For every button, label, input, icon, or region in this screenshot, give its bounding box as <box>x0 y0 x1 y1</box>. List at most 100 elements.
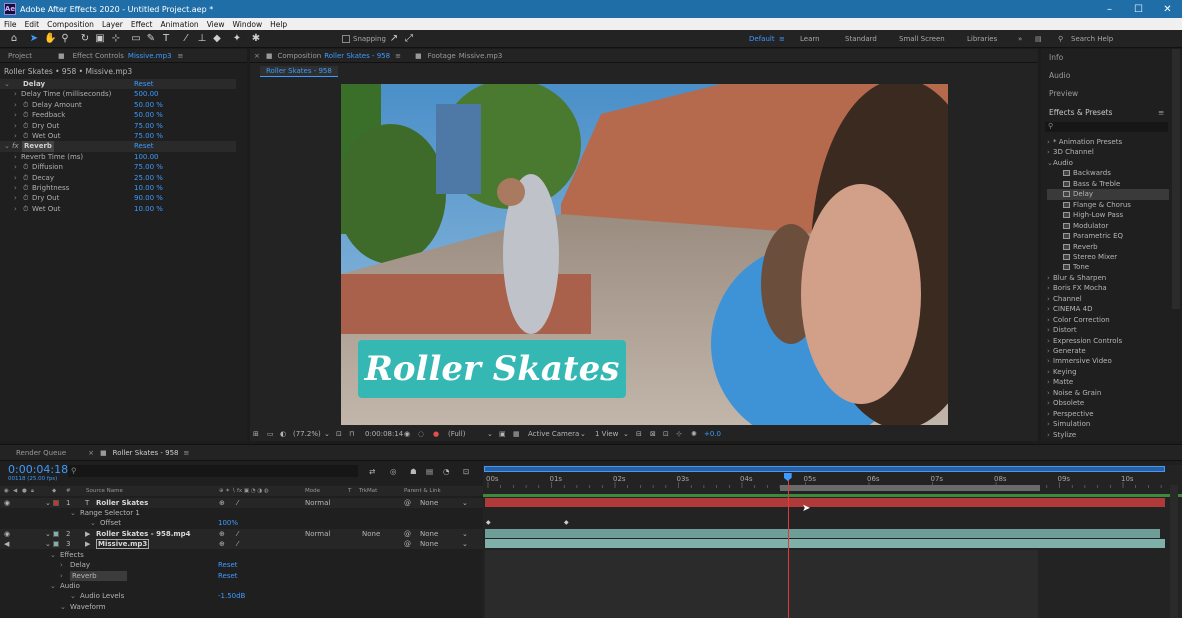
timeline-icon[interactable]: ⊡ <box>663 427 669 441</box>
stopwatch-icon[interactable]: ⏱ <box>23 121 28 131</box>
effect-preset-item[interactable]: Bass & Treble <box>1047 179 1169 189</box>
quality-switch-icon[interactable]: ⁄ <box>237 539 238 549</box>
chevron-down-icon[interactable]: ⌄ <box>45 539 51 549</box>
prop-value[interactable]: 25.00 % <box>134 173 163 183</box>
stopwatch-icon[interactable]: ⏱ <box>23 110 28 120</box>
effect-delay-header[interactable]: ⌄ Delay Reset <box>0 79 236 90</box>
fx-toggle[interactable]: fx <box>12 141 19 151</box>
property-row[interactable]: › Delay Reset <box>0 560 483 570</box>
shy-switch-icon[interactable]: ⊕ <box>219 539 225 549</box>
stopwatch-icon[interactable]: ⏱ <box>23 183 28 193</box>
show-snapshot-icon[interactable]: ◌ <box>418 427 424 441</box>
mode-dropdown[interactable]: Normal <box>305 529 330 539</box>
home-icon[interactable]: ⌂ <box>8 33 20 45</box>
effects-presets-tab[interactable]: Effects & Presets <box>1049 108 1112 117</box>
quality-switch-icon[interactable]: ⁄ <box>237 529 238 539</box>
effect-preset-item[interactable]: Backwards <box>1047 168 1169 178</box>
parent-chevron-icon[interactable]: ⌄ <box>462 498 468 508</box>
menu-animation[interactable]: Animation <box>156 20 202 29</box>
effect-category[interactable]: › Color Correction <box>1047 315 1169 325</box>
effect-category[interactable]: › Blur & Sharpen <box>1047 273 1169 283</box>
shy-switch-icon[interactable]: ⊕ <box>219 498 225 508</box>
prop-value[interactable]: 100.00 <box>134 152 159 162</box>
column-mode[interactable]: Mode <box>305 486 320 496</box>
effect-preset-item[interactable]: Tone <box>1047 262 1169 272</box>
solo-icon[interactable]: ● <box>22 486 27 496</box>
chevron-icon[interactable]: ⌄ <box>70 591 76 601</box>
parent-dropdown[interactable]: None <box>420 498 438 508</box>
column-t[interactable]: T <box>348 486 351 496</box>
motion-blur-icon[interactable]: ◔ <box>443 467 450 476</box>
parent-dropdown[interactable]: None <box>420 529 438 539</box>
label-column-icon[interactable]: ◆ <box>52 486 56 496</box>
tab-project[interactable]: Project <box>8 52 32 60</box>
tab-effect-controls[interactable]: Effect Controls <box>73 52 124 60</box>
brush-tool-icon[interactable]: ⁄ <box>180 33 192 45</box>
parent-chevron-icon[interactable]: ⌄ <box>462 529 468 539</box>
keyframe-icon[interactable]: ◆ <box>564 519 569 526</box>
effects-search-input[interactable]: ⚲ <box>1045 122 1168 132</box>
keyframe-icon[interactable]: ◆ <box>486 519 491 526</box>
property-row[interactable]: › Reverb Reset <box>0 571 483 582</box>
region-of-interest-icon[interactable]: ▣ <box>499 427 506 441</box>
viewer-timecode[interactable]: 0:00:08:14 <box>365 427 403 441</box>
effect-category[interactable]: › Channel <box>1047 294 1169 304</box>
stopwatch-icon[interactable]: ⏱ <box>23 162 28 172</box>
stopwatch-icon[interactable]: ⏱ <box>23 204 28 214</box>
frame-blending-icon[interactable]: ▤ <box>426 467 433 476</box>
minimize-button[interactable]: – <box>1095 0 1124 18</box>
always-preview-icon[interactable]: ⊞ <box>253 427 259 441</box>
effect-category[interactable]: › * Animation Presets <box>1047 137 1169 147</box>
search-help-input[interactable]: Search Help <box>1071 35 1113 43</box>
panel-menu-icon[interactable]: ≡ <box>184 449 190 457</box>
resolution-chevron-icon[interactable]: ⌄ <box>487 427 493 441</box>
effect-category[interactable]: › Distort <box>1047 325 1169 335</box>
vr-icon[interactable]: ◐ <box>280 427 286 441</box>
layer-bar-roller-skates-video[interactable] <box>485 529 1160 538</box>
graph-editor-icon[interactable]: ⊡ <box>463 467 469 476</box>
visibility-eye-icon[interactable]: ◉ <box>4 529 10 539</box>
panel-menu-icon[interactable]: ≡ <box>178 52 184 60</box>
comp-mini-flowchart-icon[interactable]: ⇄ <box>369 467 375 476</box>
screen-toggle-icon[interactable]: ▤ <box>1035 35 1042 43</box>
snapping-checkbox[interactable] <box>342 35 350 43</box>
chevron-down-icon[interactable]: ⌄ <box>45 498 51 508</box>
exposure-value[interactable]: +0.0 <box>704 427 721 441</box>
collapse-icon[interactable]: ⌄ <box>4 141 10 151</box>
effect-preset-item[interactable]: Stereo Mixer <box>1047 252 1169 262</box>
timeline-scrollbar[interactable] <box>1170 485 1178 618</box>
menu-window[interactable]: Window <box>229 20 267 29</box>
layer-row[interactable]: ◉ ⌄ 1 T Roller Skates ⊕ ⁄ Normal @ None ⌄ <box>0 498 483 509</box>
layer-bar-roller-skates-text[interactable] <box>485 498 1165 507</box>
column-trkmat[interactable]: TrkMat <box>359 486 377 496</box>
effect-category[interactable]: › Boris FX Mocha <box>1047 283 1169 293</box>
menu-file[interactable]: File <box>0 20 21 29</box>
snapshot-icon[interactable]: ◉ <box>404 427 410 441</box>
column-source-name[interactable]: Source Name <box>86 486 123 496</box>
prop-value[interactable]: 50.00 % <box>134 100 163 110</box>
trkmat-dropdown[interactable]: None <box>362 529 380 539</box>
monitor-icon[interactable]: ▭ <box>267 427 274 441</box>
pan-behind-tool-icon[interactable]: ⊹ <box>110 33 122 45</box>
channel-icon[interactable]: ● <box>433 427 439 441</box>
layer-name[interactable]: Roller Skates - 958.mp4 <box>96 529 191 539</box>
effect-category[interactable]: › Simulation <box>1047 419 1169 429</box>
chevron-icon[interactable]: ⌄ <box>60 602 66 612</box>
chevron-icon[interactable]: ⌄ <box>50 581 56 591</box>
effect-category[interactable]: › Keying <box>1047 367 1169 377</box>
eraser-tool-icon[interactable]: ◆ <box>211 33 223 45</box>
pick-whip-icon[interactable]: @ <box>404 498 411 508</box>
fast-previews-icon[interactable]: ⊠ <box>650 427 656 441</box>
camera-tool-icon[interactable]: ▣ <box>94 33 106 45</box>
right-panel-scrollbar[interactable] <box>1172 49 1180 309</box>
chevron-icon[interactable]: › <box>60 571 63 581</box>
effect-preset-item[interactable]: Reverb <box>1047 242 1169 252</box>
more-workspaces-icon[interactable]: » <box>1018 35 1022 43</box>
flowchart-icon[interactable]: ⊹ <box>676 427 682 441</box>
camera-chevron-icon[interactable]: ⌄ <box>580 427 586 441</box>
video-eye-icon[interactable]: ◉ <box>4 486 9 496</box>
effect-preset-item[interactable]: High-Low Pass <box>1047 210 1169 220</box>
chevron-icon[interactable]: ⌄ <box>70 508 76 518</box>
views-chevron-icon[interactable]: ⌄ <box>623 427 629 441</box>
property-value[interactable]: 100% <box>218 518 238 528</box>
